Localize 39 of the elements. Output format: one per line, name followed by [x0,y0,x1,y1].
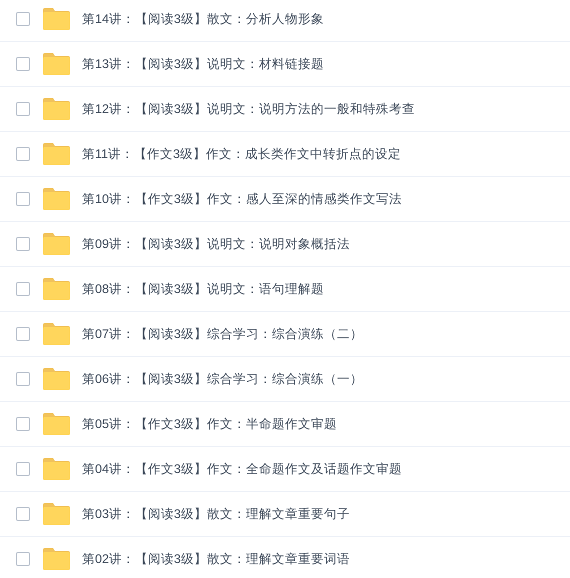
folder-icon [43,53,70,75]
folder-name[interactable]: 第14讲：【阅读3级】散文：分析人物形象 [82,10,324,28]
folder-icon [43,368,70,390]
folder-name[interactable]: 第12讲：【阅读3级】说明文：说明方法的一般和特殊考查 [82,100,415,118]
checkbox[interactable] [16,462,30,476]
folder-name[interactable]: 第03讲：【阅读3级】散文：理解文章重要句子 [82,504,350,524]
folder-name[interactable]: 第06讲：【阅读3级】综合学习：综合演练（一） [82,370,363,388]
folder-icon [43,323,70,345]
folder-icon [43,503,70,525]
checkbox[interactable] [16,372,30,386]
folder-name[interactable]: 第11讲：【作文3级】作文：成长类作文中转折点的设定 [82,144,401,164]
folder-name[interactable]: 第13讲：【阅读3级】说明文：材料链接题 [82,54,324,74]
folder-icon [43,8,70,30]
checkbox[interactable] [16,192,30,206]
checkbox[interactable] [16,147,30,161]
checkbox[interactable] [16,237,30,251]
folder-name[interactable]: 第04讲：【作文3级】作文：全命题作文及话题作文审题 [82,460,402,478]
folder-icon [43,233,70,255]
checkbox[interactable] [16,327,30,341]
folder-icon [43,188,70,210]
folder-icon [43,278,70,300]
checkbox[interactable] [16,417,30,431]
checkbox[interactable] [16,102,30,116]
folder-icon [43,548,70,570]
checkbox[interactable] [16,507,30,521]
checkbox[interactable] [16,57,30,71]
folder-name[interactable]: 第10讲：【作文3级】作文：感人至深的情感类作文写法 [82,190,402,208]
folder-icon [43,413,70,435]
folder-name[interactable]: 第08讲：【阅读3级】说明文：语句理解题 [82,280,324,298]
folder-icon [43,143,70,165]
folder-name[interactable]: 第07讲：【阅读3级】综合学习：综合演练（二） [82,324,363,344]
folder-name[interactable]: 第09讲：【阅读3级】说明文：说明对象概括法 [82,234,350,254]
checkbox[interactable] [16,552,30,566]
checkbox[interactable] [16,282,30,296]
folder-name[interactable]: 第05讲：【作文3级】作文：半命题作文审题 [82,414,337,434]
folder-icon [43,98,70,120]
folder-name[interactable]: 第02讲：【阅读3级】散文：理解文章重要词语 [82,550,350,568]
folder-icon [43,458,70,480]
checkbox[interactable] [16,12,30,26]
